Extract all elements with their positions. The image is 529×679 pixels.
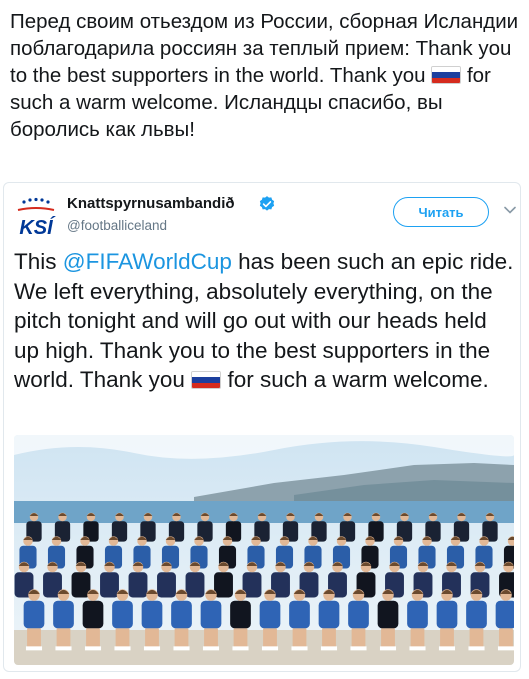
chevron-down-icon[interactable] — [504, 206, 516, 214]
tweet-text-start: This — [14, 249, 63, 274]
ksi-logo-icon: KSÍ — [14, 196, 58, 240]
verified-badge-icon — [259, 196, 275, 211]
embedded-tweet-card[interactable]: KSÍ Knattspyrnusambandið @footballicelan… — [3, 182, 521, 672]
team-photo-image — [14, 435, 514, 665]
tweet-mention-link[interactable]: @FIFAWorldCup — [63, 249, 232, 274]
tweet-text-end: for such a warm welcome. — [221, 367, 489, 392]
tweet-author-name[interactable]: Knattspyrnusambandið — [67, 195, 235, 212]
tweet-text: This @FIFAWorldCup has been such an epic… — [14, 247, 514, 395]
follow-button[interactable]: Читать — [393, 197, 489, 227]
russian-flag-icon — [191, 371, 222, 389]
team-photo[interactable] — [14, 435, 514, 665]
post-text: Перед своим отьездом из России, сборная … — [10, 8, 520, 143]
ksi-logo-text: KSÍ — [19, 216, 56, 239]
tweet-author-handle[interactable]: @footballiceland — [67, 218, 167, 233]
russian-flag-icon — [431, 66, 462, 84]
